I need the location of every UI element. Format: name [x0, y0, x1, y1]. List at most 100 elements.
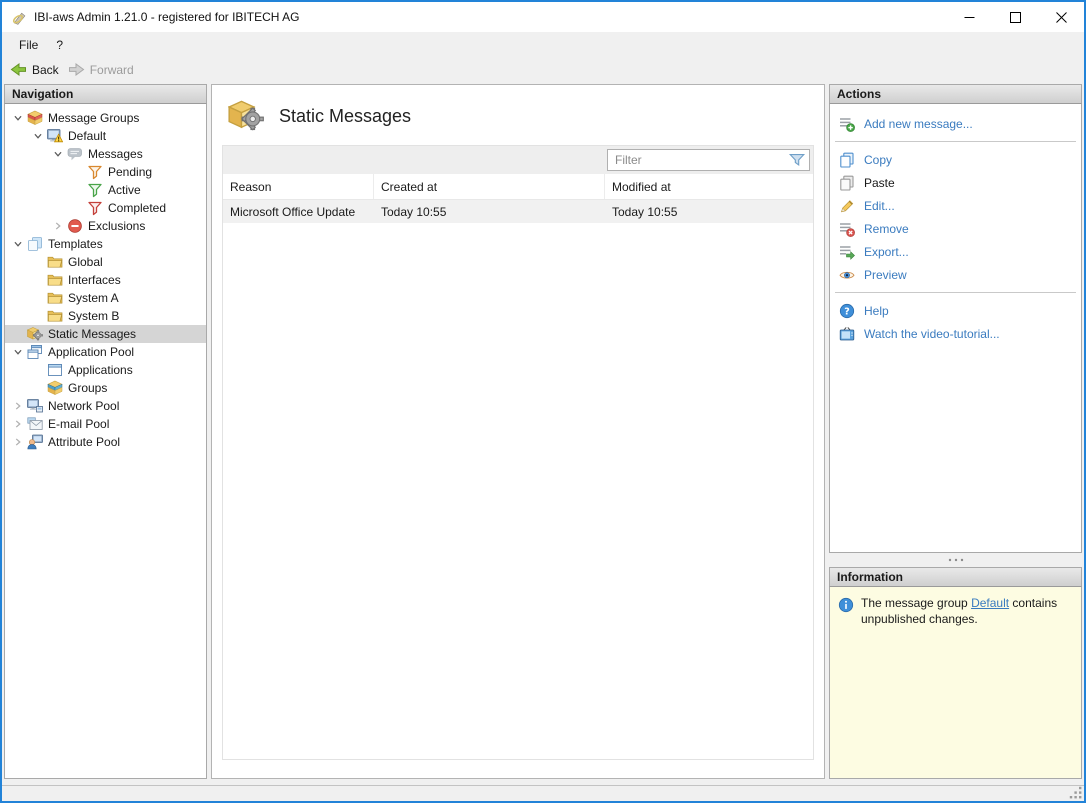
tree-item-active[interactable]: Active	[5, 181, 206, 199]
chevron-expanded-icon[interactable]	[9, 110, 27, 126]
chevron-collapsed-icon[interactable]	[49, 218, 67, 234]
action-label: Watch the video-tutorial...	[864, 327, 1000, 341]
tree-item-label: Applications	[68, 363, 139, 377]
exclusion-icon	[67, 218, 83, 234]
action-watch-the-video-tutorial[interactable]: Watch the video-tutorial...	[830, 323, 1081, 345]
main-header: Static Messages	[212, 85, 824, 145]
tree-item-label: System B	[68, 309, 125, 323]
chevron-expanded-icon[interactable]	[49, 146, 67, 162]
action-label: Add new message...	[864, 117, 973, 131]
action-remove[interactable]: Remove	[830, 218, 1081, 240]
tree-item-label: Network Pool	[48, 399, 125, 413]
action-paste[interactable]: Paste	[830, 172, 1081, 194]
tv-icon	[839, 326, 855, 342]
resize-grip[interactable]	[1069, 786, 1083, 800]
static-messages-icon	[228, 98, 264, 134]
tree-item-interfaces[interactable]: Interfaces	[5, 271, 206, 289]
tree-item-templates[interactable]: Templates	[5, 235, 206, 253]
tree-item-pending[interactable]: Pending	[5, 163, 206, 181]
tree-item-completed[interactable]: Completed	[5, 199, 206, 217]
tree-item-label: Global	[68, 255, 109, 269]
folder-icon	[47, 290, 63, 306]
chevron-spacer	[29, 254, 47, 270]
tree-item-label: Default	[68, 129, 112, 143]
page-title: Static Messages	[279, 106, 411, 127]
tree-item-default[interactable]: Default	[5, 127, 206, 145]
tree-item-network-pool[interactable]: Network Pool	[5, 397, 206, 415]
action-help[interactable]: ?Help	[830, 300, 1081, 322]
table-row[interactable]: Microsoft Office UpdateToday 10:55Today …	[223, 200, 813, 223]
title-bar[interactable]: IBI-aws Admin 1.21.0 - registered for IB…	[2, 2, 1084, 32]
column-header-reason[interactable]: Reason	[223, 174, 374, 199]
back-button[interactable]: Back	[7, 59, 65, 80]
menu-help[interactable]: ?	[47, 35, 72, 55]
minimize-button[interactable]	[946, 2, 992, 32]
action-edit[interactable]: Edit...	[830, 195, 1081, 217]
filter-box	[607, 149, 810, 171]
menu-bar: File ?	[2, 32, 1084, 57]
info-icon	[838, 597, 854, 613]
navigation-header: Navigation	[4, 84, 207, 104]
action-export[interactable]: Export...	[830, 241, 1081, 263]
chevron-expanded-icon[interactable]	[9, 344, 27, 360]
tree-item-global[interactable]: Global	[5, 253, 206, 271]
actions-panel: Actions Add new message...CopyPasteEdit.…	[829, 84, 1082, 553]
right-column: Actions Add new message...CopyPasteEdit.…	[829, 84, 1082, 779]
column-header-created-at[interactable]: Created at	[374, 174, 605, 199]
forward-button[interactable]: Forward	[65, 59, 140, 80]
action-copy[interactable]: Copy	[830, 149, 1081, 171]
tree-item-message-groups[interactable]: Message Groups	[5, 109, 206, 127]
navigation-panel: Navigation Message Groups Default Messages…	[4, 84, 207, 779]
monitor-warning-icon	[47, 128, 63, 144]
filter-input[interactable]	[608, 153, 788, 167]
table-empty-space	[223, 223, 813, 759]
chevron-expanded-icon[interactable]	[9, 236, 27, 252]
close-button[interactable]	[1038, 2, 1084, 32]
action-add-new-message[interactable]: Add new message...	[830, 113, 1081, 135]
tree-item-application-pool[interactable]: Application Pool	[5, 343, 206, 361]
tree-item-system-a[interactable]: System A	[5, 289, 206, 307]
column-header-modified-at[interactable]: Modified at	[605, 174, 813, 199]
tree-item-label: Application Pool	[48, 345, 140, 359]
folder-icon	[47, 272, 63, 288]
chevron-spacer	[29, 380, 47, 396]
tree-item-label: Exclusions	[88, 219, 151, 233]
menu-file[interactable]: File	[10, 35, 47, 55]
tree-item-e-mail-pool[interactable]: E-mail Pool	[5, 415, 206, 433]
app-windows-icon	[27, 344, 43, 360]
preview-icon	[839, 267, 855, 283]
panel-splitter[interactable]	[829, 553, 1082, 567]
templates-icon	[27, 236, 43, 252]
main-panel: Static Messages ReasonCreated atModified…	[211, 84, 825, 779]
forward-arrow-icon	[68, 61, 85, 78]
tree-item-applications[interactable]: Applications	[5, 361, 206, 379]
tree-item-exclusions[interactable]: Exclusions	[5, 217, 206, 235]
actions-list: Add new message... CopyPaste Edit... Remove…	[829, 104, 1082, 553]
chevron-collapsed-icon[interactable]	[9, 434, 27, 450]
groups-box-icon	[47, 380, 63, 396]
tree-item-static-messages[interactable]: Static Messages	[5, 325, 206, 343]
filter-bar	[223, 146, 813, 174]
tree-item-label: Static Messages	[48, 327, 142, 341]
information-header: Information	[829, 567, 1082, 587]
remove-icon	[839, 221, 855, 237]
tree-item-groups[interactable]: Groups	[5, 379, 206, 397]
filter-funnel-icon[interactable]	[788, 151, 806, 169]
chevron-expanded-icon[interactable]	[29, 128, 47, 144]
action-label: Edit...	[864, 199, 895, 213]
maximize-button[interactable]	[992, 2, 1038, 32]
messages-table: ReasonCreated atModified at Microsoft Of…	[222, 145, 814, 760]
tree-item-messages[interactable]: Messages	[5, 145, 206, 163]
action-label: Remove	[864, 222, 909, 236]
chevron-collapsed-icon[interactable]	[9, 416, 27, 432]
table-cell: Today 10:55	[605, 205, 813, 219]
tree-item-attribute-pool[interactable]: Attribute Pool	[5, 433, 206, 451]
default-group-link[interactable]: Default	[971, 596, 1009, 610]
funnel-red-icon	[87, 200, 103, 216]
chevron-collapsed-icon[interactable]	[9, 398, 27, 414]
tree-item-label: E-mail Pool	[48, 417, 115, 431]
information-panel: Information The message group Default co…	[829, 567, 1082, 779]
action-preview[interactable]: Preview	[830, 264, 1081, 286]
tree-item-system-b[interactable]: System B	[5, 307, 206, 325]
svg-text:?: ?	[844, 306, 850, 317]
